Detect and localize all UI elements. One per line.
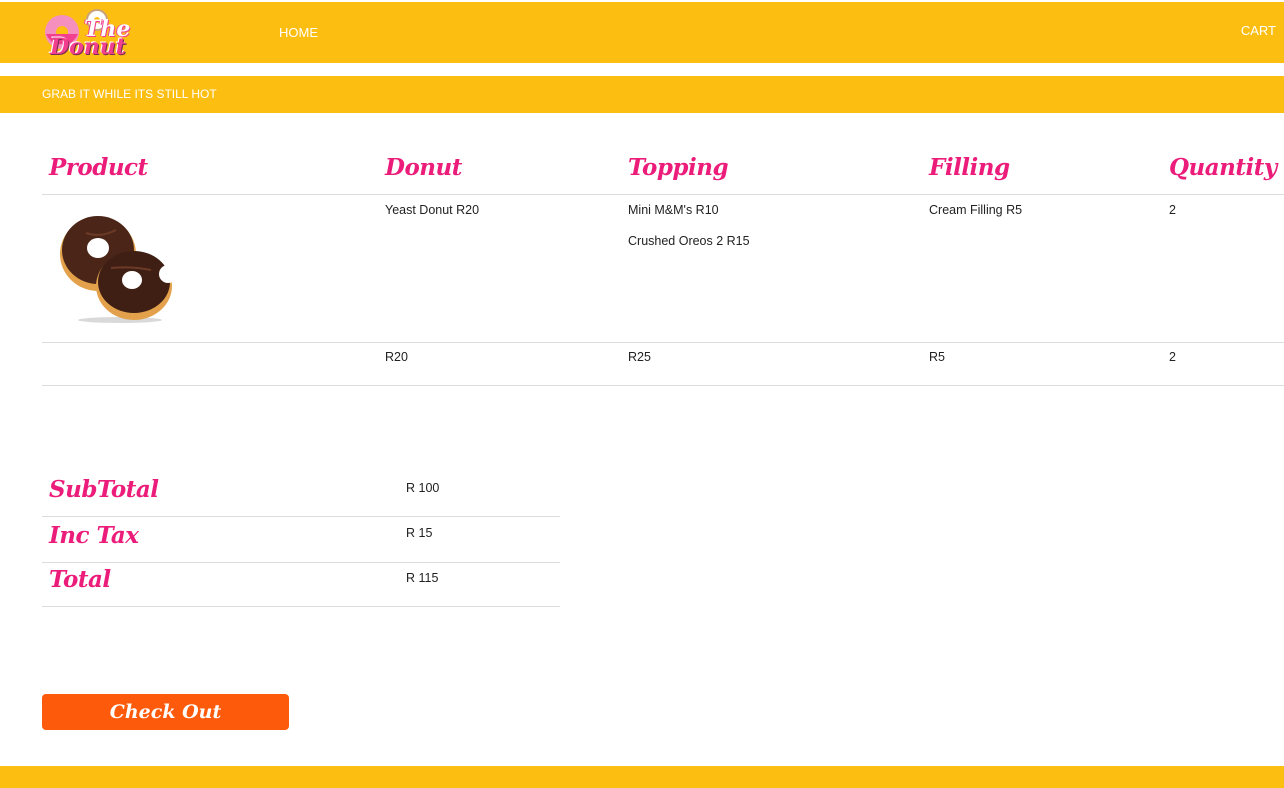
row-topping-1: Mini M&M's R10 <box>628 203 719 217</box>
col-header-topping: Topping <box>628 154 729 181</box>
nav-cart-link[interactable]: CART <box>1241 23 1276 38</box>
promo-banner: GRAB IT WHILE ITS STILL HOT <box>0 76 1284 113</box>
donut-logo[interactable]: The Donut <box>42 6 152 60</box>
tax-label: Inc Tax <box>49 522 139 549</box>
product-image <box>56 208 178 326</box>
totals-donut: R20 <box>385 350 408 364</box>
subtotal-label: SubTotal <box>49 476 159 503</box>
row-topping-2: Crushed Oreos 2 R15 <box>628 234 750 248</box>
logo-wordmark: The Donut <box>50 16 131 60</box>
col-header-donut: Donut <box>385 154 462 181</box>
table-divider <box>42 385 1284 386</box>
totals-quantity: 2 <box>1169 350 1176 364</box>
summary-divider <box>42 562 560 563</box>
col-header-filling: Filling <box>929 154 1010 181</box>
donut-image-icon <box>60 216 177 323</box>
promo-banner-text: GRAB IT WHILE ITS STILL HOT <box>42 87 217 101</box>
footer-bar <box>0 766 1284 788</box>
table-divider <box>42 194 1284 195</box>
nav-home-link[interactable]: HOME <box>279 25 318 40</box>
table-divider <box>42 342 1284 343</box>
col-header-product: Product <box>49 154 148 181</box>
subtotal-value: R 100 <box>406 481 440 495</box>
tax-value: R 15 <box>406 526 433 540</box>
top-navbar: The Donut HOME CART <box>0 2 1284 63</box>
row-quantity: 2 <box>1169 203 1176 217</box>
summary-divider <box>42 606 560 607</box>
total-label: Total <box>49 566 111 593</box>
totals-filling: R5 <box>929 350 945 364</box>
row-filling: Cream Filling R5 <box>929 203 1023 217</box>
summary-divider <box>42 516 560 517</box>
col-header-quantity: Quantity <box>1169 154 1277 181</box>
total-value: R 115 <box>406 571 439 585</box>
checkout-button[interactable]: Check Out <box>42 694 289 730</box>
totals-topping: R25 <box>628 350 651 364</box>
row-donut: Yeast Donut R20 <box>385 203 480 217</box>
